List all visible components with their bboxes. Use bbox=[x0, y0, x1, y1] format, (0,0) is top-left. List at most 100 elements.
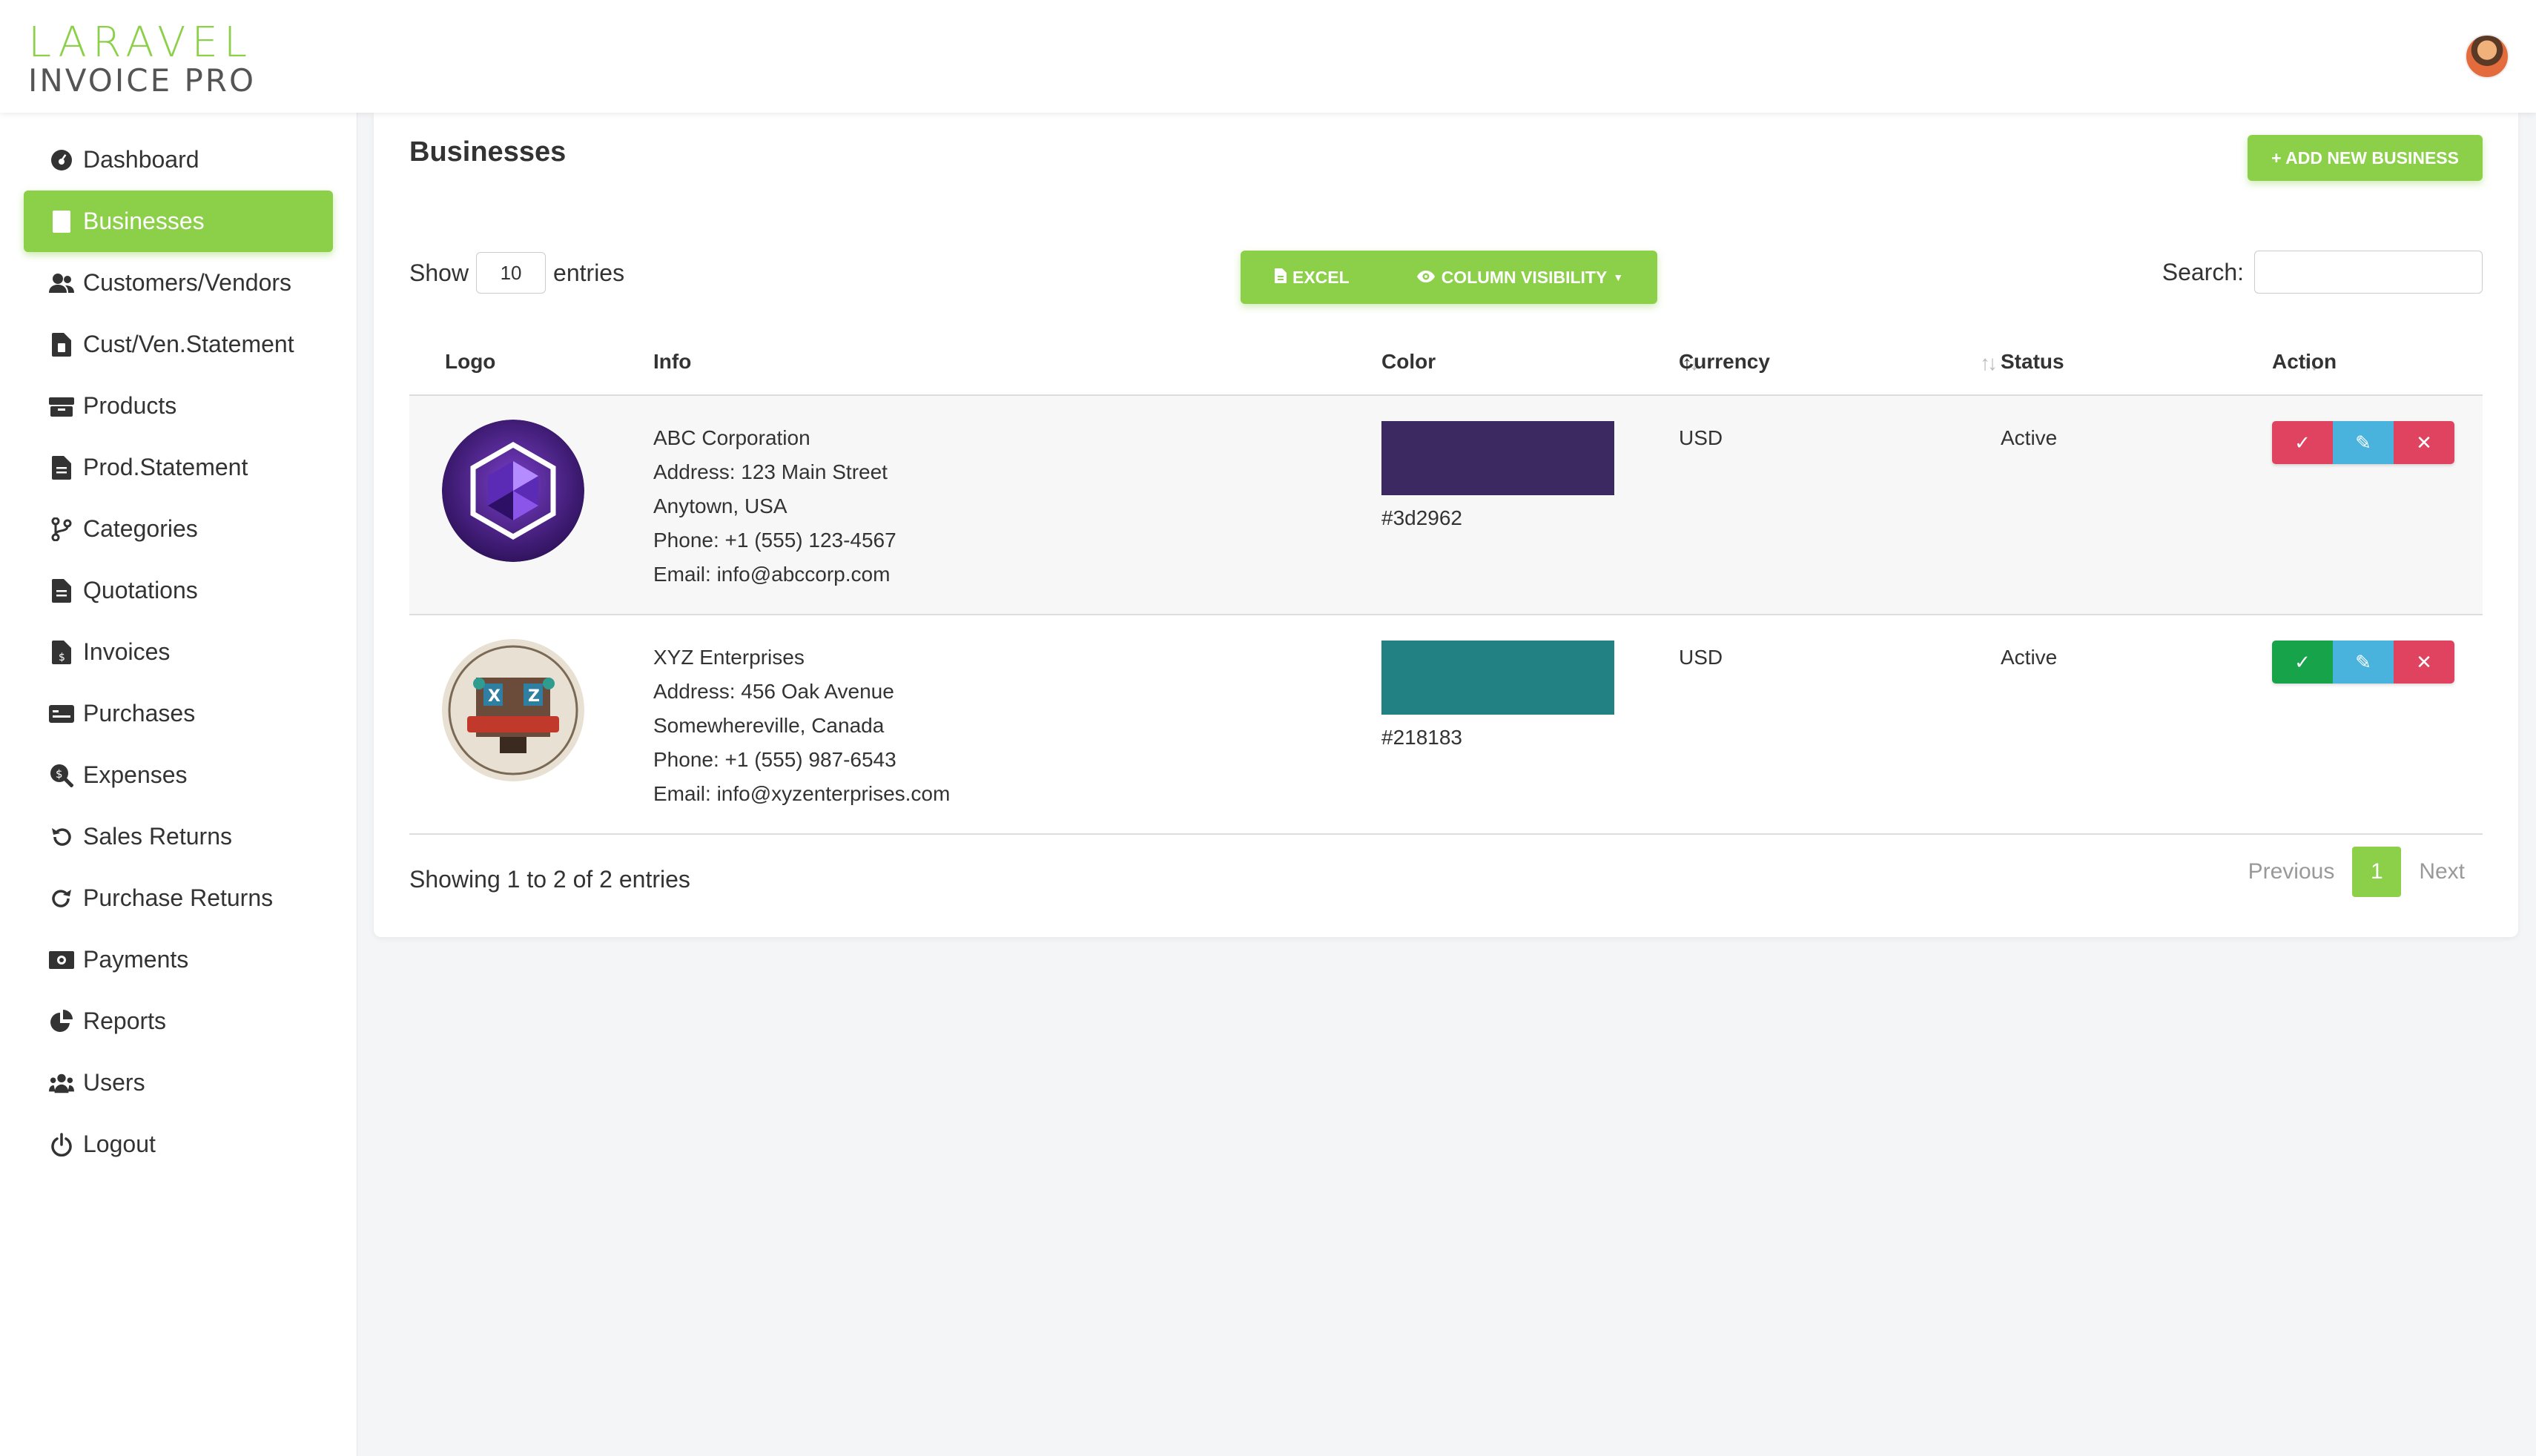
column-header-logo[interactable]: Logo bbox=[445, 328, 495, 396]
page-length-select[interactable]: 10 bbox=[476, 252, 547, 294]
business-city: Anytown, USA bbox=[653, 494, 787, 517]
status-cell: Active bbox=[2001, 646, 2058, 669]
color-swatch bbox=[1381, 641, 1614, 715]
sidebar-item-logout[interactable]: Logout bbox=[24, 1113, 333, 1175]
column-header-info[interactable]: Info bbox=[653, 328, 691, 396]
column-header-action: Action bbox=[2272, 350, 2337, 373]
eye-icon bbox=[1416, 268, 1442, 288]
currency-cell: USD bbox=[1679, 426, 1723, 449]
sidebar-item-expenses[interactable]: $ Expenses bbox=[24, 744, 333, 806]
sidebar-item-reports[interactable]: Reports bbox=[24, 990, 333, 1052]
sidebar-item-quotations[interactable]: Quotations bbox=[24, 560, 333, 621]
top-bar: LARAVEL INVOICE PRO bbox=[0, 0, 2536, 113]
sidebar-item-label: Quotations bbox=[83, 577, 198, 603]
close-icon: ✕ bbox=[2416, 650, 2432, 673]
sidebar-item-products[interactable]: Products bbox=[24, 375, 333, 437]
sidebar-item-prod-statement[interactable]: Prod.Statement bbox=[24, 437, 333, 498]
sidebar-item-label: Businesses bbox=[83, 208, 205, 234]
sidebar-item-purchase-returns[interactable]: Purchase Returns bbox=[24, 867, 333, 929]
search-dollar-icon: $ bbox=[49, 763, 74, 788]
toggle-status-button[interactable]: ✓ bbox=[2272, 641, 2333, 684]
previous-page-button[interactable]: Previous bbox=[2248, 859, 2335, 884]
table-row: X Z XYZ Enterprises Address: 456 Oak Ave… bbox=[409, 615, 2483, 835]
row-actions: ✓ ✎ ✕ bbox=[2272, 421, 2454, 464]
sidebar-item-label: Users bbox=[83, 1069, 145, 1096]
entries-label: entries bbox=[553, 259, 625, 286]
svg-text:Z: Z bbox=[528, 687, 540, 706]
building-icon bbox=[49, 209, 74, 234]
page-title: Businesses bbox=[409, 136, 567, 168]
dashboard-icon bbox=[49, 148, 74, 173]
app-logo[interactable]: LARAVEL INVOICE PRO bbox=[28, 22, 256, 98]
column-visibility-label: COLUMN VISIBILITY bbox=[1441, 267, 1608, 287]
sidebar-item-businesses[interactable]: Businesses bbox=[24, 191, 333, 252]
sidebar-item-customers-vendors[interactable]: Customers/Vendors bbox=[24, 252, 333, 314]
close-icon: ✕ bbox=[2416, 431, 2432, 454]
file-alt-icon bbox=[49, 578, 74, 603]
sidebar-item-users[interactable]: Users bbox=[24, 1052, 333, 1113]
undo-icon bbox=[49, 824, 74, 850]
sidebar: Dashboard Businesses Customers/Vendors C… bbox=[0, 113, 357, 1456]
svg-text:X: X bbox=[488, 687, 501, 706]
file-excel-icon bbox=[1275, 268, 1292, 288]
sidebar-item-purchases[interactable]: Purchases bbox=[24, 683, 333, 744]
toggle-status-button[interactable]: ✓ bbox=[2272, 421, 2333, 464]
sidebar-item-label: Purchase Returns bbox=[83, 884, 274, 911]
sidebar-item-label: Customers/Vendors bbox=[83, 269, 292, 296]
sidebar-item-sales-returns[interactable]: Sales Returns bbox=[24, 806, 333, 867]
caret-down-icon: ▼ bbox=[1613, 271, 1624, 283]
sidebar-item-dashboard[interactable]: Dashboard bbox=[24, 129, 333, 191]
user-avatar[interactable] bbox=[2465, 34, 2509, 79]
boxes-icon bbox=[49, 394, 74, 419]
sidebar-item-label: Products bbox=[83, 392, 177, 419]
column-header-currency[interactable]: Currency bbox=[1679, 328, 1770, 396]
business-info: ABC Corporation Address: 123 Main Street… bbox=[653, 421, 896, 592]
business-name: ABC Corporation bbox=[653, 426, 810, 449]
file-alt-icon bbox=[49, 455, 74, 480]
sidebar-item-label: Prod.Statement bbox=[83, 454, 248, 480]
sidebar-item-label: Expenses bbox=[83, 761, 188, 788]
abc-corporation-logo bbox=[442, 420, 584, 562]
add-new-business-button[interactable]: + ADD NEW BUSINESS bbox=[2248, 135, 2483, 181]
table-row: ABC Corporation Address: 123 Main Street… bbox=[409, 396, 2483, 615]
sort-icon[interactable]: ↑↓ bbox=[1980, 351, 1998, 375]
next-page-button[interactable]: Next bbox=[2419, 859, 2465, 884]
file-invoice-dollar-icon: $ bbox=[49, 640, 74, 665]
businesses-card: Businesses + ADD NEW BUSINESS Show 10 en… bbox=[374, 113, 2518, 937]
sidebar-item-payments[interactable]: Payments bbox=[24, 929, 333, 990]
users-icon bbox=[49, 271, 74, 296]
currency-cell: USD bbox=[1679, 646, 1723, 669]
search-label: Search: bbox=[2162, 258, 2244, 285]
delete-button[interactable]: ✕ bbox=[2394, 421, 2454, 464]
column-header-status[interactable]: Status bbox=[2001, 328, 2064, 396]
sidebar-item-label: Dashboard bbox=[83, 146, 199, 173]
delete-button[interactable]: ✕ bbox=[2394, 641, 2454, 684]
sidebar-item-label: Categories bbox=[83, 515, 198, 542]
xyz-enterprises-logo: X Z bbox=[442, 639, 584, 781]
sidebar-item-label: Cust/Ven.Statement bbox=[83, 331, 294, 357]
color-code: #3d2962 bbox=[1381, 506, 1463, 529]
sidebar-item-categories[interactable]: Categories bbox=[24, 498, 333, 560]
page-length-control: Show 10 entries bbox=[409, 252, 624, 294]
table-info: Showing 1 to 2 of 2 entries bbox=[409, 866, 690, 893]
edit-button[interactable]: ✎ bbox=[2333, 421, 2394, 464]
search-input[interactable] bbox=[2254, 251, 2483, 294]
excel-label: EXCEL bbox=[1292, 267, 1350, 287]
edit-button[interactable]: ✎ bbox=[2333, 641, 2394, 684]
business-name: XYZ Enterprises bbox=[653, 646, 805, 669]
sidebar-item-label: Sales Returns bbox=[83, 823, 232, 850]
excel-button[interactable]: EXCEL bbox=[1275, 268, 1350, 288]
file-invoice-icon bbox=[49, 332, 74, 357]
column-visibility-button[interactable]: COLUMN VISIBILITY ▼ bbox=[1416, 268, 1623, 288]
pagination: Previous 1 Next bbox=[2230, 847, 2483, 897]
power-icon bbox=[49, 1132, 74, 1157]
column-header-color[interactable]: Color bbox=[1381, 328, 1436, 396]
sidebar-item-invoices[interactable]: $ Invoices bbox=[24, 621, 333, 683]
svg-text:$: $ bbox=[59, 652, 65, 664]
page-1-button[interactable]: 1 bbox=[2352, 847, 2402, 897]
sidebar-item-label: Purchases bbox=[83, 700, 196, 727]
sidebar-item-label: Logout bbox=[83, 1131, 156, 1157]
sidebar-item-cust-ven-statement[interactable]: Cust/Ven.Statement bbox=[24, 314, 333, 375]
business-address: Address: 123 Main Street bbox=[653, 460, 888, 483]
sidebar-item-label: Payments bbox=[83, 946, 189, 973]
